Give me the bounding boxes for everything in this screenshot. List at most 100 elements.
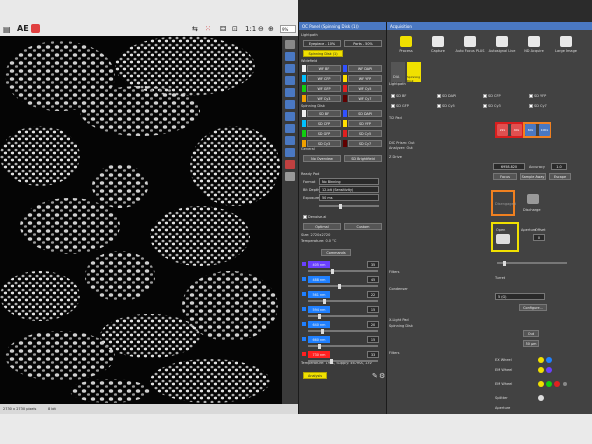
spinning-button-right[interactable]: SD DAPI — [348, 110, 382, 117]
channel-checkbox[interactable]: SD Cy7 — [529, 104, 547, 108]
select-tool-icon[interactable] — [285, 40, 295, 49]
measure-tool-icon[interactable] — [285, 112, 295, 121]
grid-icon[interactable]: ⚃ — [220, 25, 226, 33]
edit-icon[interactable]: ✎ — [372, 372, 378, 380]
lut-icon[interactable]: ▤ — [3, 25, 11, 34]
microscope-image[interactable] — [0, 36, 282, 404]
sd-brightfield-button[interactable]: SD Brightfield — [344, 155, 382, 162]
ports-button[interactable]: Ports - 50% — [344, 40, 382, 47]
rect-tool-icon[interactable] — [285, 76, 295, 85]
laser-value[interactable]: 15 — [367, 306, 379, 313]
widefield-button-left[interactable]: WF CFP — [307, 75, 341, 82]
widefield-button-right[interactable]: WF Cy5 — [348, 85, 382, 92]
laser-checkbox[interactable] — [302, 262, 306, 266]
focus-button[interactable]: Focus — [493, 173, 517, 180]
laser-checkbox[interactable] — [302, 322, 306, 326]
line-tool-icon[interactable] — [285, 64, 295, 73]
objective-button[interactable]: 100x — [539, 124, 550, 136]
exposure-slider[interactable] — [319, 203, 379, 209]
pause-button[interactable]: Process — [391, 36, 421, 53]
channel-checkbox[interactable]: SD YFP — [529, 94, 546, 98]
widefield-button-left[interactable]: WF GFP — [307, 85, 341, 92]
spinning-disk-button[interactable]: Spinning Disk (1) — [303, 50, 343, 57]
channel-checkbox[interactable]: SD CFP — [483, 94, 501, 98]
objective-button[interactable]: 22x — [497, 124, 508, 136]
offset-field[interactable]: 0 — [533, 234, 545, 241]
arrow-tool-icon[interactable] — [285, 148, 295, 157]
aperture-slider[interactable] — [497, 260, 567, 266]
laser-slider[interactable] — [308, 283, 378, 289]
widefield-button-left[interactable]: WF Cy3 — [307, 95, 341, 102]
large-image-button[interactable]: Large Image — [551, 36, 581, 53]
shutter-toggle[interactable] — [496, 234, 510, 244]
spinning-button-right[interactable]: SD YFP — [348, 120, 382, 127]
ae-button[interactable]: AE — [17, 24, 29, 33]
laser-checkbox[interactable] — [302, 277, 306, 281]
laser-value[interactable]: 35 — [367, 261, 379, 268]
spinning-button-right[interactable]: SD Cy7 — [348, 140, 382, 147]
laser-value[interactable]: 20 — [367, 321, 379, 328]
polygon-tool-icon[interactable] — [285, 100, 295, 109]
zoom-percent-field[interactable]: 9% — [280, 25, 296, 33]
objective-button[interactable]: 60x — [525, 124, 536, 136]
arrows-icon[interactable]: ⇆ — [192, 25, 198, 33]
widefield-button-left[interactable]: WF BF — [307, 65, 341, 72]
laser-value[interactable]: 45 — [367, 276, 379, 283]
bitdepth-select[interactable]: 12-bit (Sensitivity) — [319, 186, 379, 193]
widefield-button-right[interactable]: WF Cy7 — [348, 95, 382, 102]
autosignal-button[interactable]: Autosignal Live — [487, 36, 517, 53]
zoom-out-icon[interactable]: ⊖ — [258, 25, 264, 33]
laser-slider[interactable] — [308, 313, 378, 319]
accuracy-field[interactable]: 1.0 — [551, 163, 567, 170]
objective-button[interactable]: 40x — [511, 124, 522, 136]
format-select[interactable]: No Binning — [319, 178, 379, 185]
out-button[interactable]: Out — [523, 330, 539, 337]
wave-tool-icon[interactable] — [285, 124, 295, 133]
laser-value[interactable]: 22 — [367, 291, 379, 298]
analysis-button[interactable]: Analysis — [303, 372, 327, 379]
laser-slider[interactable] — [308, 268, 378, 274]
channel-checkbox[interactable]: SD BF — [391, 94, 406, 98]
turret-select[interactable]: 5 (G) — [495, 293, 545, 300]
zoom-1to1-button[interactable]: 1:1 — [245, 25, 256, 33]
laser-slider[interactable] — [308, 298, 378, 304]
channel-checkbox[interactable]: SD Cy5 — [437, 104, 455, 108]
gear-icon[interactable]: ⚙ — [379, 372, 385, 380]
custom-button[interactable]: Custom — [344, 223, 382, 230]
color-tool-icon[interactable] — [285, 160, 295, 169]
autofocus-button[interactable]: Auto Focus PLUS — [455, 36, 485, 53]
laser-checkbox[interactable] — [302, 337, 306, 341]
channel-checkbox[interactable]: SD DAPI — [437, 94, 456, 98]
laser-checkbox[interactable] — [302, 292, 306, 296]
spinning-button-right[interactable]: SD Cy5 — [348, 130, 382, 137]
no-overview-button[interactable]: No Overview — [303, 155, 341, 162]
laser-value[interactable]: 33 — [367, 351, 379, 358]
laser-slider[interactable] — [308, 328, 378, 334]
target-icon[interactable] — [31, 24, 40, 33]
widefield-button-right[interactable]: WF YFP — [348, 75, 382, 82]
text-tool-icon[interactable] — [285, 136, 295, 145]
spinning-button-left[interactable]: SD Cy3 — [307, 140, 341, 147]
denoise-checkbox[interactable]: Denoise.ai — [303, 215, 326, 219]
exposure-field[interactable]: 50 ms — [319, 194, 379, 201]
ellipse-tool-icon[interactable] — [285, 88, 295, 97]
roi-tool-icon[interactable] — [285, 52, 295, 61]
laser-checkbox[interactable] — [302, 352, 306, 356]
camera-button[interactable]: Capture — [423, 36, 453, 53]
laser-value[interactable]: 15 — [367, 336, 379, 343]
discharge-icon[interactable] — [527, 194, 539, 204]
dia-button[interactable]: DIA — [391, 62, 405, 82]
pinhole-button[interactable]: 50 μm — [523, 340, 539, 347]
dots-icon[interactable]: ⁙ — [205, 25, 211, 33]
configure-button[interactable]: Configure... — [519, 304, 547, 311]
spinning-disk-tab[interactable]: Spinning Disk — [407, 62, 421, 83]
commands-button[interactable]: Commands — [321, 249, 351, 256]
settings-tool-icon[interactable] — [285, 172, 295, 181]
laser-slider[interactable] — [308, 343, 378, 349]
filter-dots[interactable] — [537, 356, 567, 406]
fit-icon[interactable]: ⊡ — [232, 25, 238, 33]
z-value-field[interactable]: 6958.820 — [493, 163, 525, 170]
widefield-button-right[interactable]: WF DAPI — [348, 65, 382, 72]
nd-button[interactable]: ND Acquire — [519, 36, 549, 53]
laser-slider[interactable] — [308, 358, 378, 364]
